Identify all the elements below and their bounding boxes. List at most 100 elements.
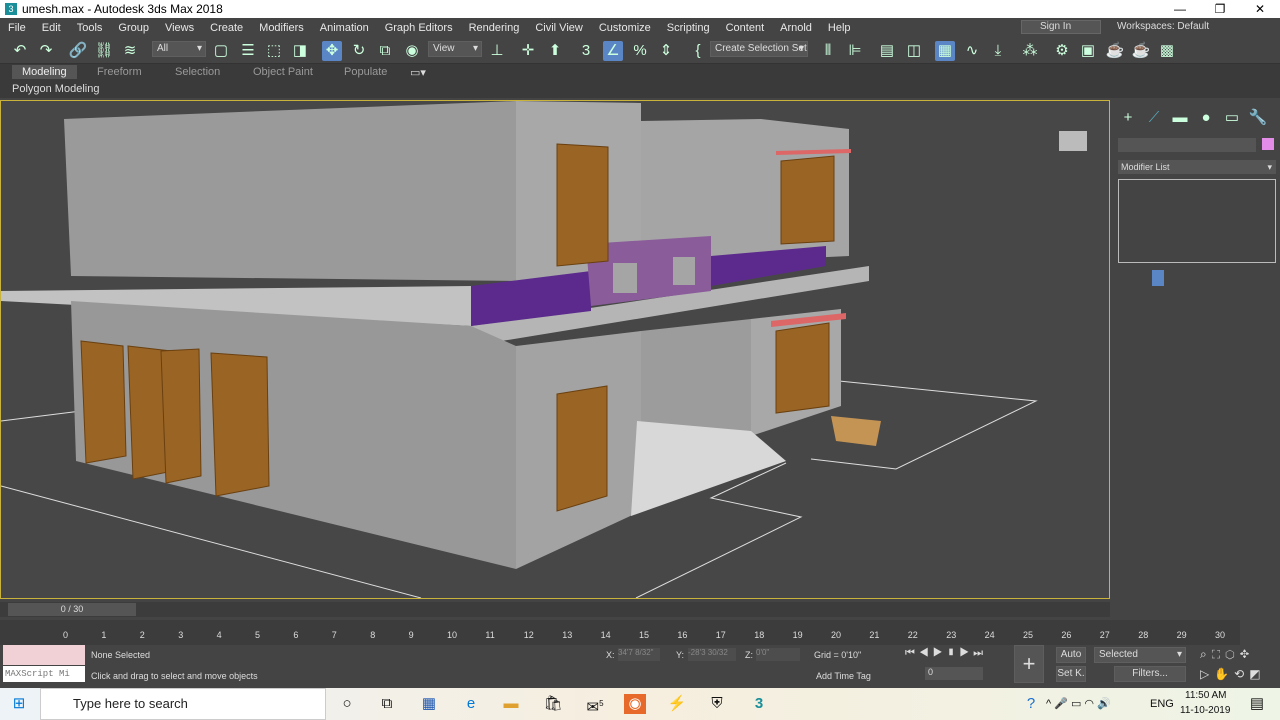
menu-modifiers[interactable]: Modifiers: [251, 22, 312, 34]
recorder-app-icon[interactable]: ◉: [624, 694, 646, 714]
render-iterative-icon[interactable]: ☕: [1131, 41, 1151, 61]
menu-group[interactable]: Group: [110, 22, 157, 34]
task-view-icon[interactable]: ⧉: [376, 694, 398, 714]
action-center-icon[interactable]: ▤: [1246, 694, 1268, 714]
named-selection-dropdown[interactable]: Create Selection Set: [710, 41, 808, 57]
menu-animation[interactable]: Animation: [312, 22, 377, 34]
tab-selection[interactable]: Selection: [175, 66, 220, 78]
taskbar-search[interactable]: Type here to search: [40, 688, 326, 720]
reference-coordinate-dropdown[interactable]: View: [428, 41, 482, 57]
windows-start-icon[interactable]: ⊞: [8, 694, 30, 714]
workspaces-selector[interactable]: Workspaces: Default: [1117, 21, 1209, 32]
select-object-icon[interactable]: ▢: [211, 41, 231, 61]
menu-tools[interactable]: Tools: [69, 22, 111, 34]
time-slider-knob[interactable]: 0 / 30: [8, 603, 136, 616]
modifier-stack[interactable]: [1118, 179, 1276, 263]
ribbon-options-icon[interactable]: ▭▾: [410, 66, 426, 79]
system-tray-icons[interactable]: ^ 🎤 ▭ ◠ 🔊: [1046, 694, 1146, 714]
select-place-icon[interactable]: ◉: [402, 41, 422, 61]
create-tab-icon[interactable]: +: [1118, 108, 1138, 128]
modifier-list-dropdown[interactable]: Modifier List: [1118, 160, 1276, 174]
language-indicator[interactable]: ENG: [1150, 698, 1174, 710]
hierarchy-tab-icon[interactable]: ▬: [1170, 108, 1190, 128]
add-key-button[interactable]: +: [1014, 645, 1044, 683]
track-bar[interactable]: 0 1 2 3 4 5 6 7 8 9 10 11 12 13 14 15 16 17 18 19 20 21 22 23 24…: [0, 620, 1240, 645]
scene-explorer-icon[interactable]: ▤: [877, 41, 897, 61]
render-production-icon[interactable]: ☕: [1105, 41, 1125, 61]
select-scale-icon[interactable]: ⧉: [375, 41, 395, 61]
select-move-icon[interactable]: ✥: [322, 41, 342, 61]
bind-space-warp-icon[interactable]: ≋: [120, 41, 140, 61]
minimize-button[interactable]: —: [1160, 0, 1200, 18]
store-app-icon[interactable]: ▦: [418, 694, 440, 714]
clock-date[interactable]: 11-10-2019: [1180, 705, 1230, 716]
perspective-viewport[interactable]: [0, 100, 1110, 599]
file-explorer-icon[interactable]: ▬: [500, 694, 522, 714]
unlink-icon[interactable]: ⛓: [94, 41, 114, 61]
menu-create[interactable]: Create: [202, 22, 251, 34]
clock-time[interactable]: 11:50 AM: [1185, 690, 1227, 701]
display-tab-icon[interactable]: ▭: [1222, 108, 1242, 128]
motion-tab-icon[interactable]: ●: [1196, 108, 1216, 128]
curve-editor-icon[interactable]: ∿: [962, 41, 982, 61]
maximize-button[interactable]: ❐: [1200, 0, 1240, 18]
window-crossing-icon[interactable]: ◨: [290, 41, 310, 61]
snaps-toggle-icon[interactable]: 3: [576, 41, 596, 61]
cortana-icon[interactable]: ○: [336, 694, 358, 714]
material-editor-icon[interactable]: ⁂: [1020, 41, 1040, 61]
polygon-modeling-panel[interactable]: Polygon Modeling: [12, 83, 99, 95]
ribbon-toggle-icon[interactable]: ▦: [935, 41, 955, 61]
schematic-view-icon[interactable]: ⤓: [988, 41, 1008, 61]
viewport-navigation-icons[interactable]: ⌕⛶⬡✥: [1200, 647, 1254, 662]
microsoft-store-icon[interactable]: 🛍: [542, 694, 564, 714]
pivot-center-icon[interactable]: ⊥: [487, 41, 507, 61]
close-button[interactable]: ✕: [1240, 0, 1280, 18]
time-slider[interactable]: 0 / 30: [0, 602, 1110, 617]
edge-icon[interactable]: e: [460, 694, 482, 714]
undo-icon[interactable]: ↶: [10, 41, 30, 61]
maxscript-mini-listener[interactable]: MAXScript Mi: [3, 666, 85, 682]
select-rotate-icon[interactable]: ↻: [349, 41, 369, 61]
menu-graph-editors[interactable]: Graph Editors: [377, 22, 461, 34]
selection-filter-dropdown[interactable]: All: [152, 41, 206, 57]
select-by-name-icon[interactable]: ☰: [238, 41, 258, 61]
viewport-pan-orbit-icons[interactable]: ▷✋⟲◩: [1200, 667, 1266, 681]
menu-rendering[interactable]: Rendering: [461, 22, 528, 34]
manipulate-icon[interactable]: ✛: [518, 41, 538, 61]
render-setup-icon[interactable]: ⚙: [1052, 41, 1072, 61]
sign-in-dropdown[interactable]: Sign In: [1021, 20, 1101, 34]
redo-icon[interactable]: ↷: [36, 41, 56, 61]
a360-render-icon[interactable]: ▩: [1157, 41, 1177, 61]
maxscript-listener-top[interactable]: [3, 645, 85, 665]
utilities-tab-icon[interactable]: 🔧: [1248, 108, 1268, 128]
angle-snap-icon[interactable]: ∠: [603, 41, 623, 61]
3dsmax-taskbar-icon[interactable]: 3: [748, 694, 770, 714]
menu-arnold[interactable]: Arnold: [772, 22, 820, 34]
menu-civil-view[interactable]: Civil View: [527, 22, 590, 34]
tab-object-paint[interactable]: Object Paint: [253, 66, 313, 78]
object-name-field[interactable]: [1118, 138, 1256, 152]
current-frame-field[interactable]: 0: [925, 667, 983, 680]
tab-freeform[interactable]: Freeform: [97, 66, 142, 78]
keyboard-shortcut-icon[interactable]: ⬆: [545, 41, 565, 61]
set-key-button[interactable]: Set K.: [1056, 666, 1086, 682]
modify-tab-icon[interactable]: ⟋: [1144, 108, 1164, 128]
security-icon[interactable]: ⛨: [706, 694, 728, 714]
percent-snap-icon[interactable]: %: [630, 41, 650, 61]
menu-views[interactable]: Views: [157, 22, 202, 34]
edit-named-selection-icon[interactable]: {: [688, 41, 708, 61]
spinner-snap-icon[interactable]: ⇕: [656, 41, 676, 61]
pin-stack-icon[interactable]: [1152, 270, 1164, 286]
mirror-icon[interactable]: ⫴: [818, 41, 838, 61]
menu-content[interactable]: Content: [718, 22, 773, 34]
mail-icon[interactable]: ✉5: [584, 694, 606, 716]
object-color-swatch[interactable]: [1262, 138, 1274, 150]
key-filter-dropdown[interactable]: Selected: [1094, 647, 1186, 663]
app-icon[interactable]: ⚡: [666, 694, 688, 714]
menu-edit[interactable]: Edit: [34, 22, 69, 34]
rendered-frame-window-icon[interactable]: ▣: [1078, 41, 1098, 61]
add-time-tag-button[interactable]: Add Time Tag: [816, 671, 871, 681]
rectangular-selection-icon[interactable]: ⬚: [264, 41, 284, 61]
layer-explorer-icon[interactable]: ◫: [904, 41, 924, 61]
menu-customize[interactable]: Customize: [591, 22, 659, 34]
